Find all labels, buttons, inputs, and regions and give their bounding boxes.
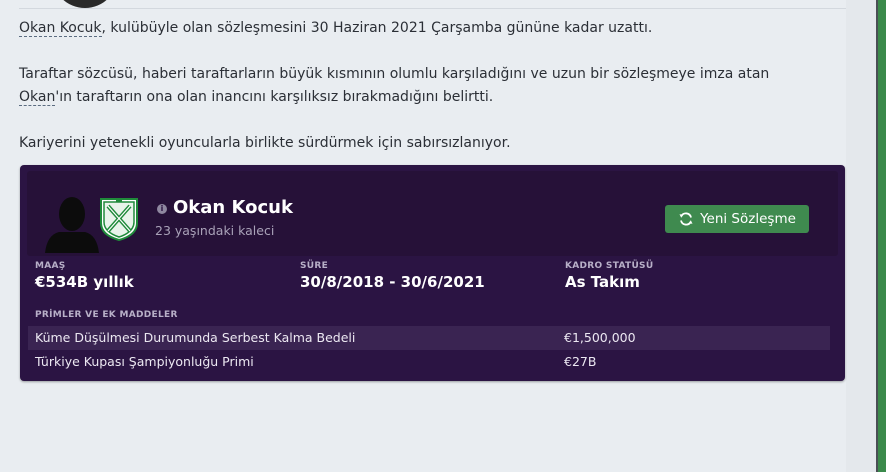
news-paragraph-3: Kariyerini yetenekli oyuncularla birlikt… bbox=[19, 135, 511, 151]
bonus-name: Küme Düşülmesi Durumunda Serbest Kalma B… bbox=[35, 330, 356, 345]
term-value: 30/8/2018 - 30/6/2021 bbox=[300, 273, 485, 291]
new-contract-label: Yeni Sözleşme bbox=[700, 211, 796, 227]
player-silhouette-icon[interactable] bbox=[45, 193, 99, 253]
bonus-value: €27B bbox=[564, 354, 597, 369]
new-contract-button[interactable]: Yeni Sözleşme bbox=[665, 205, 809, 233]
player-name[interactable]: Okan Kocuk bbox=[173, 197, 293, 218]
right-panel-edge bbox=[846, 0, 876, 472]
salary-value: €534B yıllık bbox=[35, 273, 134, 291]
player-link[interactable]: Okan bbox=[19, 89, 56, 106]
squad-status-value: As Takım bbox=[565, 273, 640, 291]
salary-label: MAAŞ bbox=[35, 261, 66, 271]
bonus-row: Türkiye Kupası Şampiyonluğu Primi €27B bbox=[28, 350, 830, 374]
bonus-name: Türkiye Kupası Şampiyonluğu Primi bbox=[35, 354, 254, 369]
bonuses-title: PRİMLER VE EK MADDELER bbox=[35, 310, 178, 320]
right-panel-accent bbox=[878, 0, 886, 472]
news-text: 'ın taraftarın ona olan inancını karşılı… bbox=[55, 89, 494, 105]
divider bbox=[19, 8, 846, 9]
top-player-avatar bbox=[52, 0, 118, 8]
player-header: i Okan Kocuk 23 yaşındaki kaleci Yeni Sö… bbox=[27, 171, 838, 256]
squad-status-label: KADRO STATÜSÜ bbox=[565, 261, 654, 271]
player-subtitle: 23 yaşındaki kaleci bbox=[155, 223, 275, 238]
news-paragraph-1: Okan Kocuk, kulübüyle olan sözleşmesini … bbox=[19, 17, 819, 40]
news-text: Taraftar sözcüsü, haberi taraftarların b… bbox=[19, 66, 770, 82]
club-crest-icon[interactable] bbox=[99, 197, 139, 241]
player-link[interactable]: Okan Kocuk bbox=[19, 20, 102, 37]
refresh-icon bbox=[679, 212, 693, 226]
bonus-row: Küme Düşülmesi Durumunda Serbest Kalma B… bbox=[28, 326, 830, 350]
info-icon[interactable]: i bbox=[157, 204, 167, 214]
news-text: , kulübüyle olan sözleşmesini 30 Haziran… bbox=[101, 20, 653, 36]
bonus-value: €1,500,000 bbox=[564, 330, 636, 345]
news-paragraph-2: Taraftar sözcüsü, haberi taraftarların b… bbox=[19, 63, 819, 109]
term-label: SÜRE bbox=[300, 261, 329, 271]
contract-card: i Okan Kocuk 23 yaşındaki kaleci Yeni Sö… bbox=[20, 165, 845, 381]
